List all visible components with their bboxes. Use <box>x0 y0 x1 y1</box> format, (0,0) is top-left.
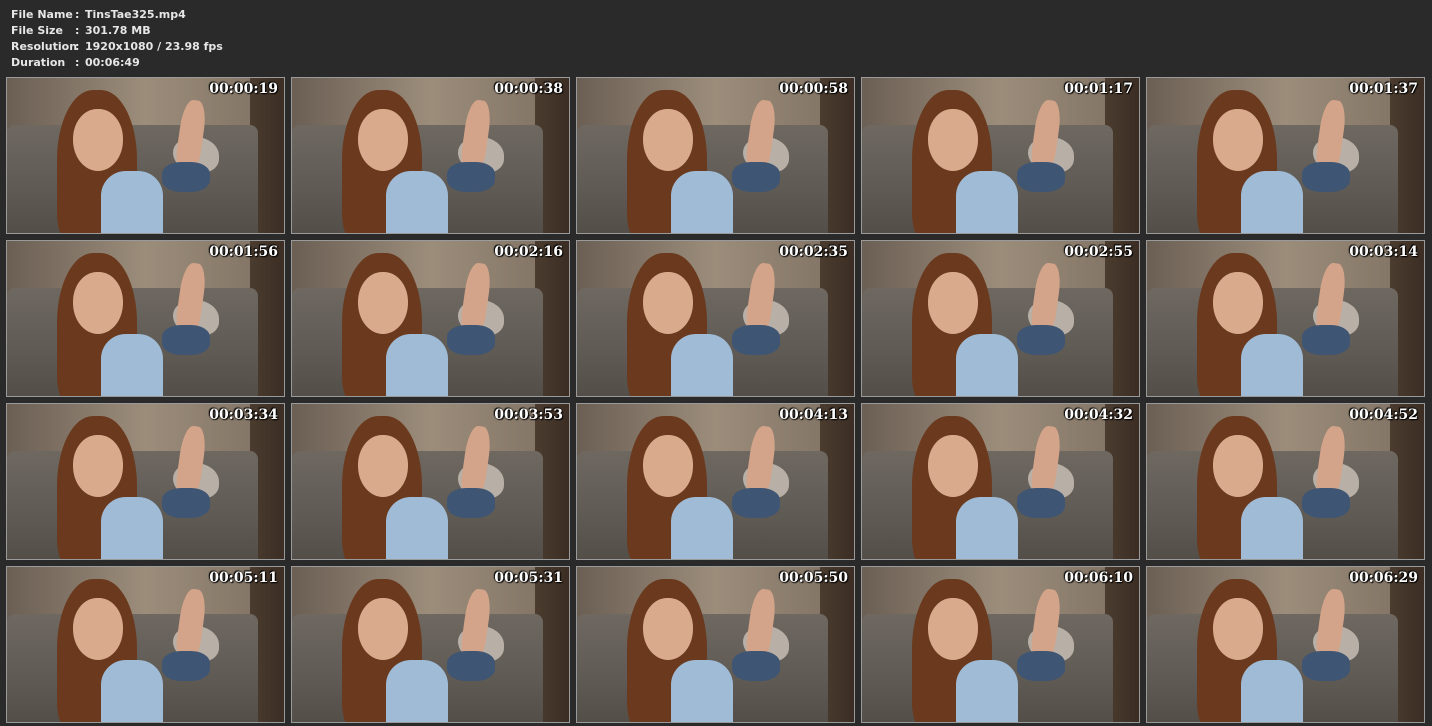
thumbnail[interactable]: 00:01:17 <box>861 77 1140 234</box>
thumb-image <box>732 487 781 518</box>
thumbnail-timestamp: 00:01:17 <box>1064 81 1133 97</box>
thumb-image <box>447 324 496 355</box>
thumbnail[interactable]: 00:02:55 <box>861 240 1140 397</box>
thumb-image <box>732 650 781 681</box>
thumbnail[interactable]: 00:03:53 <box>291 403 570 560</box>
thumb-image <box>1017 161 1066 192</box>
thumbnail-timestamp: 00:04:32 <box>1064 407 1133 423</box>
thumbnail-timestamp: 00:03:53 <box>494 407 563 423</box>
thumbnail-timestamp: 00:02:35 <box>779 244 848 260</box>
thumb-image <box>732 161 781 192</box>
thumbnail[interactable]: 00:00:58 <box>576 77 855 234</box>
thumb-image <box>447 161 496 192</box>
file-info: File Name : TinsTae325.mp4 File Size : 3… <box>11 7 223 71</box>
thumbnail-timestamp: 00:06:29 <box>1349 570 1418 586</box>
thumb-image <box>1302 324 1351 355</box>
thumb-image <box>447 487 496 518</box>
thumb-image <box>162 161 211 192</box>
thumb-image <box>956 497 1019 559</box>
thumbnail-timestamp: 00:00:58 <box>779 81 848 97</box>
thumbnail[interactable]: 00:05:31 <box>291 566 570 723</box>
info-row-resolution: Resolution : 1920x1080 / 23.98 fps <box>11 39 223 55</box>
info-label: Duration <box>11 56 66 69</box>
thumbnail-timestamp: 00:02:16 <box>494 244 563 260</box>
thumb-image <box>162 324 211 355</box>
thumb-image <box>732 324 781 355</box>
thumbnail[interactable]: 00:00:19 <box>6 77 285 234</box>
thumbnail[interactable]: 00:01:37 <box>1146 77 1425 234</box>
thumb-image <box>386 497 449 559</box>
info-label: Resolution <box>11 40 78 53</box>
thumb-image <box>101 497 164 559</box>
info-value: 1920x1080 / 23.98 fps <box>85 40 223 53</box>
thumbnail-grid: 00:00:19 00:00:38 00:00:58 00:01:17 00:0… <box>6 77 1425 723</box>
thumb-image <box>671 334 734 396</box>
thumbnail[interactable]: 00:03:34 <box>6 403 285 560</box>
thumb-image <box>671 497 734 559</box>
thumbnail-timestamp: 00:00:38 <box>494 81 563 97</box>
info-row-duration: Duration : 00:06:49 <box>11 55 223 71</box>
thumb-image <box>386 334 449 396</box>
thumb-image <box>1241 171 1304 233</box>
thumb-image <box>1302 650 1351 681</box>
thumbnail[interactable]: 00:00:38 <box>291 77 570 234</box>
thumb-image <box>956 334 1019 396</box>
thumbnail-timestamp: 00:00:19 <box>209 81 278 97</box>
thumb-image <box>1017 324 1066 355</box>
thumbnail[interactable]: 00:05:11 <box>6 566 285 723</box>
thumbnail-timestamp: 00:06:10 <box>1064 570 1133 586</box>
info-label: File Name <box>11 8 73 21</box>
thumbnail[interactable]: 00:04:13 <box>576 403 855 560</box>
thumbnail-timestamp: 00:05:31 <box>494 570 563 586</box>
thumbnail-timestamp: 00:04:13 <box>779 407 848 423</box>
thumbnail[interactable]: 00:02:16 <box>291 240 570 397</box>
thumbnail-timestamp: 00:05:50 <box>779 570 848 586</box>
thumbnail-timestamp: 00:03:14 <box>1349 244 1418 260</box>
thumb-image <box>671 171 734 233</box>
thumb-image <box>1241 497 1304 559</box>
thumbnail[interactable]: 00:02:35 <box>576 240 855 397</box>
info-separator: : <box>75 8 80 21</box>
thumbnail[interactable]: 00:06:10 <box>861 566 1140 723</box>
thumbnail-timestamp: 00:03:34 <box>209 407 278 423</box>
thumbnail[interactable]: 00:04:52 <box>1146 403 1425 560</box>
thumb-image <box>447 650 496 681</box>
thumb-image <box>1241 660 1304 722</box>
thumb-image <box>1017 650 1066 681</box>
thumbnail-timestamp: 00:04:52 <box>1349 407 1418 423</box>
thumb-image <box>1302 161 1351 192</box>
thumb-image <box>386 660 449 722</box>
info-row-file-name: File Name : TinsTae325.mp4 <box>11 7 223 23</box>
thumbnail-timestamp: 00:01:56 <box>209 244 278 260</box>
thumb-image <box>162 487 211 518</box>
thumbnail[interactable]: 00:01:56 <box>6 240 285 397</box>
info-separator: : <box>75 56 80 69</box>
info-value: 301.78 MB <box>85 24 151 37</box>
thumbnail[interactable]: 00:03:14 <box>1146 240 1425 397</box>
info-row-file-size: File Size : 301.78 MB <box>11 23 223 39</box>
thumb-image <box>1302 487 1351 518</box>
thumb-image <box>101 334 164 396</box>
thumb-image <box>1017 487 1066 518</box>
thumb-image <box>101 660 164 722</box>
thumbnail-timestamp: 00:01:37 <box>1349 81 1418 97</box>
thumbnail-timestamp: 00:02:55 <box>1064 244 1133 260</box>
thumb-image <box>671 660 734 722</box>
thumb-image <box>956 660 1019 722</box>
info-value: 00:06:49 <box>85 56 140 69</box>
info-label: File Size <box>11 24 63 37</box>
thumbnail[interactable]: 00:04:32 <box>861 403 1140 560</box>
thumbnail[interactable]: 00:05:50 <box>576 566 855 723</box>
info-separator: : <box>75 40 80 53</box>
thumbnail-timestamp: 00:05:11 <box>209 570 278 586</box>
thumb-image <box>956 171 1019 233</box>
thumb-image <box>386 171 449 233</box>
thumbnail[interactable]: 00:06:29 <box>1146 566 1425 723</box>
thumb-image <box>162 650 211 681</box>
info-value: TinsTae325.mp4 <box>85 8 186 21</box>
info-separator: : <box>75 24 80 37</box>
thumb-image <box>101 171 164 233</box>
thumb-image <box>1241 334 1304 396</box>
